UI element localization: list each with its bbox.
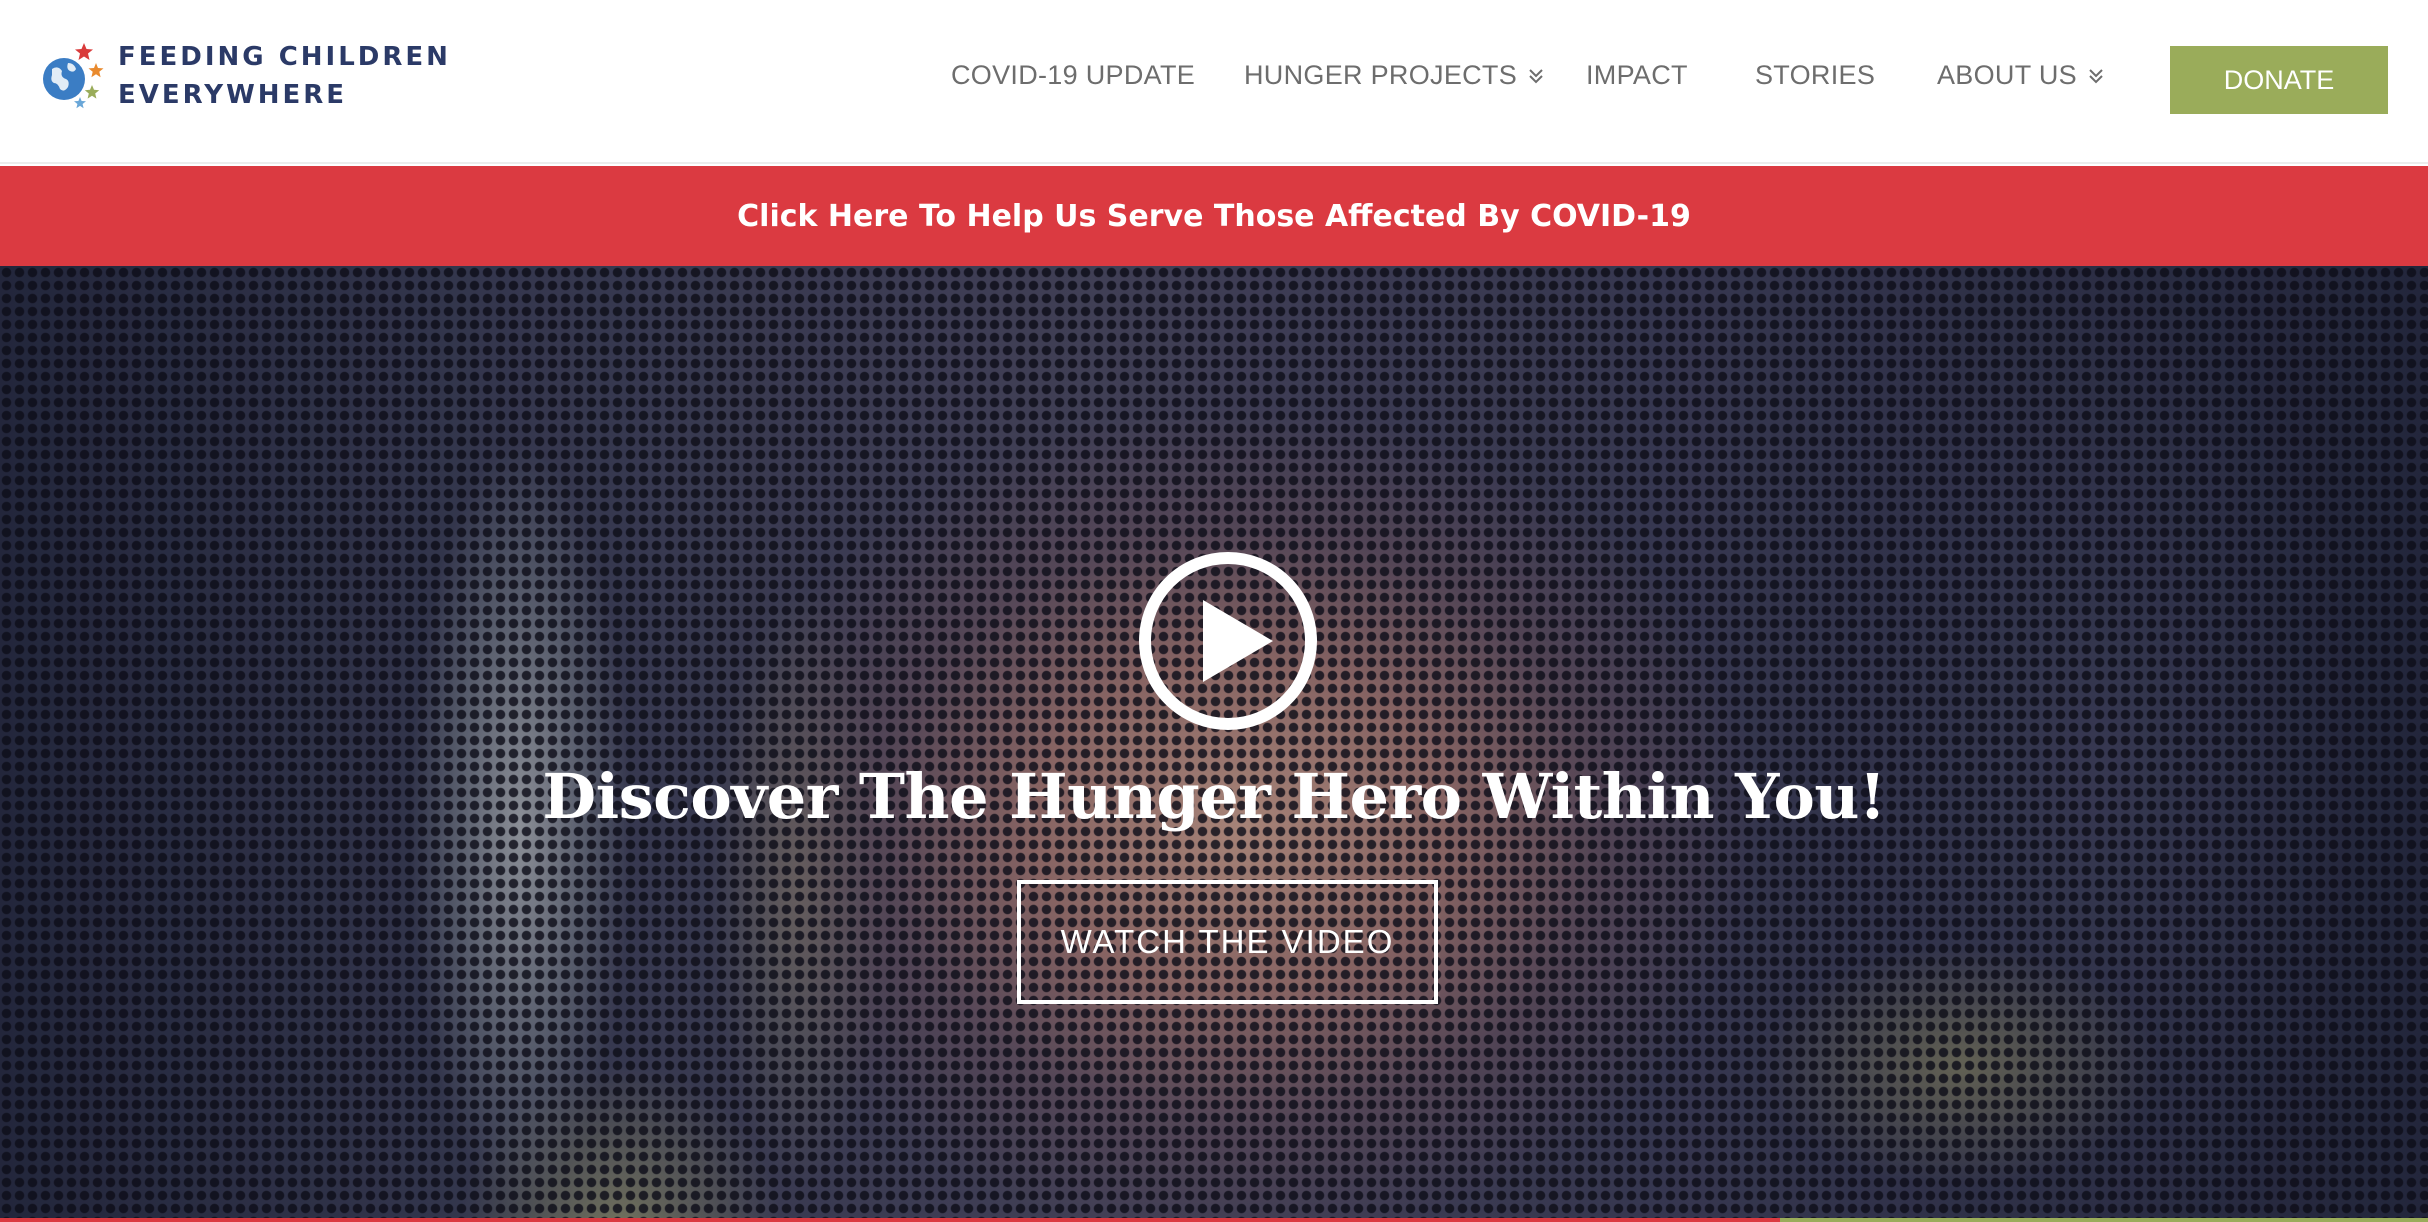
hero-shade [0, 266, 2428, 1222]
play-video-button[interactable] [1137, 550, 1319, 732]
covid-alert-banner[interactable]: Click Here To Help Us Serve Those Affect… [0, 166, 2428, 266]
nav-about-us[interactable]: ABOUT US [1937, 60, 2105, 91]
watch-video-button[interactable]: WATCH THE VIDEO [1017, 880, 1438, 1004]
hero-section: Discover The Hunger Hero Within You! WAT… [0, 266, 2428, 1222]
hero-title: Discover The Hunger Hero Within You! [542, 760, 1886, 833]
logo-line-2: EVERYWHERE [118, 80, 348, 110]
nav-hunger-projects-label: HUNGER PROJECTS [1244, 60, 1518, 90]
nav-covid-update[interactable]: COVID-19 UPDATE [951, 60, 1195, 91]
nav-hunger-projects[interactable]: HUNGER PROJECTS [1244, 60, 1545, 91]
logo-line-1: FEEDING CHILDREN [118, 42, 451, 72]
nav-stories-label: STORIES [1755, 60, 1876, 90]
hero-bottom-divider [0, 1218, 2428, 1222]
nav-impact-label: IMPACT [1586, 60, 1688, 90]
site-header: FEEDING CHILDREN EVERYWHERE COVID-19 UPD… [0, 0, 2428, 164]
nav-about-us-label: ABOUT US [1937, 60, 2077, 90]
chevron-double-down-icon [2089, 68, 2103, 83]
nav-impact[interactable]: IMPACT [1586, 60, 1688, 91]
donate-button[interactable]: DONATE [2170, 46, 2388, 114]
nav-stories[interactable]: STORIES [1755, 60, 1875, 91]
logo-wordmark: FEEDING CHILDREN EVERYWHERE [118, 38, 451, 114]
nav-covid-update-label: COVID-19 UPDATE [951, 60, 1196, 90]
globe-stars-icon [43, 43, 104, 109]
play-circle-icon [1139, 552, 1317, 730]
chevron-double-down-icon [1529, 68, 1543, 83]
covid-alert-text: Click Here To Help Us Serve Those Affect… [737, 198, 1691, 234]
site-logo[interactable]: FEEDING CHILDREN EVERYWHERE [40, 38, 451, 114]
